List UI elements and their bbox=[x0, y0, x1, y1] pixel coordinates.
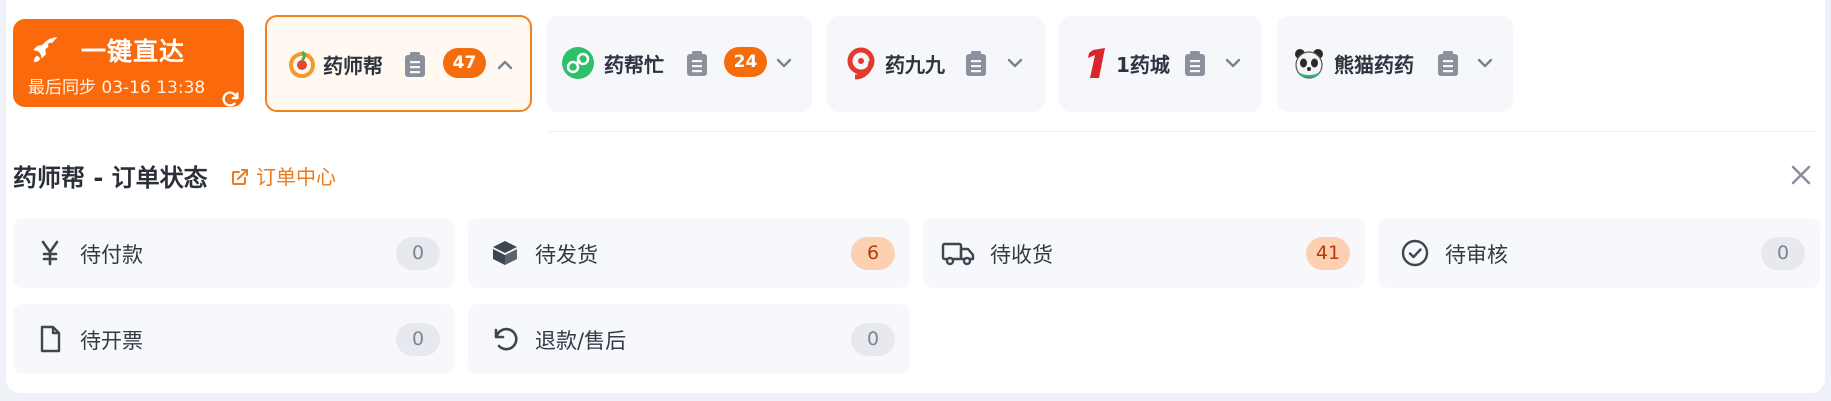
clipboard-icon[interactable] bbox=[965, 51, 987, 77]
clipboard-icon[interactable] bbox=[686, 51, 708, 77]
status-count: 6 bbox=[851, 237, 895, 270]
status-count: 0 bbox=[1761, 237, 1805, 270]
status-label: 退款/售后 bbox=[535, 329, 627, 353]
section-title: 药师帮 - 订单状态 bbox=[13, 164, 208, 192]
clipboard-icon[interactable] bbox=[1184, 51, 1206, 77]
status-count: 0 bbox=[396, 237, 440, 270]
box-icon bbox=[493, 241, 517, 265]
status-card-pending-shipment[interactable]: 待发货 6 bbox=[468, 218, 910, 288]
document-icon bbox=[40, 325, 61, 353]
panda-logo bbox=[1295, 49, 1323, 79]
status-label: 待收货 bbox=[990, 243, 1053, 267]
tab-badge: 47 bbox=[443, 48, 486, 78]
chevron-down-icon[interactable] bbox=[1223, 54, 1243, 72]
clipboard-icon[interactable] bbox=[404, 52, 426, 78]
status-card-pending-invoice[interactable]: 待开票 0 bbox=[13, 304, 455, 374]
status-count: 0 bbox=[396, 323, 440, 356]
status-card-pending-payment[interactable]: 待付款 0 bbox=[13, 218, 455, 288]
status-label: 待审核 bbox=[1445, 243, 1508, 267]
status-label: 待付款 bbox=[80, 243, 143, 267]
platform-tab-yaoshibang[interactable]: 药师帮 47 bbox=[265, 15, 532, 112]
close-icon[interactable] bbox=[1789, 163, 1813, 187]
yen-icon bbox=[41, 240, 59, 266]
status-label: 待开票 bbox=[80, 329, 143, 353]
chevron-down-icon[interactable] bbox=[1005, 54, 1025, 72]
platform-name: 药师帮 bbox=[323, 54, 383, 78]
platform-tab-yaobangmang[interactable]: 药帮忙 24 bbox=[546, 16, 812, 112]
quick-access-button[interactable]: 一键直达 最后同步 03-16 13:38 bbox=[13, 19, 244, 107]
platform-name: 1药城 bbox=[1116, 53, 1170, 77]
chevron-down-icon[interactable] bbox=[774, 54, 794, 72]
status-card-refund[interactable]: 退款/售后 0 bbox=[468, 304, 910, 374]
check-circle-icon bbox=[1401, 239, 1429, 267]
platform-tab-1yaocheng[interactable]: 1药城 bbox=[1059, 16, 1262, 112]
platform-name: 药帮忙 bbox=[604, 53, 664, 77]
platform-tab-panda[interactable]: 熊猫药药 bbox=[1277, 16, 1513, 112]
refresh-icon[interactable] bbox=[219, 88, 241, 110]
external-link-icon bbox=[232, 169, 248, 185]
yaojiujiu-logo bbox=[847, 47, 875, 80]
status-label: 待发货 bbox=[535, 243, 598, 267]
truck-icon bbox=[941, 242, 975, 266]
quick-access-title: 一键直达 bbox=[81, 37, 186, 66]
clipboard-icon[interactable] bbox=[1437, 51, 1459, 77]
order-center-link[interactable]: 订单中心 bbox=[230, 161, 336, 190]
tab-badge: 24 bbox=[724, 47, 767, 77]
status-card-pending-review[interactable]: 待审核 0 bbox=[1378, 218, 1820, 288]
platform-tab-yaojiujiu[interactable]: 药九九 bbox=[827, 16, 1045, 112]
chevron-down-icon[interactable] bbox=[1475, 54, 1495, 72]
yaoshibang-logo bbox=[289, 50, 315, 78]
1yaocheng-logo bbox=[1088, 48, 1105, 78]
chevron-up-icon[interactable] bbox=[495, 55, 515, 73]
last-sync-text: 最后同步 03-16 13:38 bbox=[28, 78, 206, 98]
status-count: 0 bbox=[851, 323, 895, 356]
yaobangmang-logo bbox=[562, 47, 594, 79]
undo-icon bbox=[494, 327, 518, 351]
order-center-label: 订单中心 bbox=[256, 165, 336, 189]
platform-name: 药九九 bbox=[885, 53, 945, 77]
platform-name: 熊猫药药 bbox=[1334, 53, 1414, 77]
status-card-pending-receipt[interactable]: 待收货 41 bbox=[923, 218, 1365, 288]
rocket-icon bbox=[33, 37, 58, 63]
divider bbox=[547, 131, 1817, 132]
status-count: 41 bbox=[1306, 237, 1350, 270]
